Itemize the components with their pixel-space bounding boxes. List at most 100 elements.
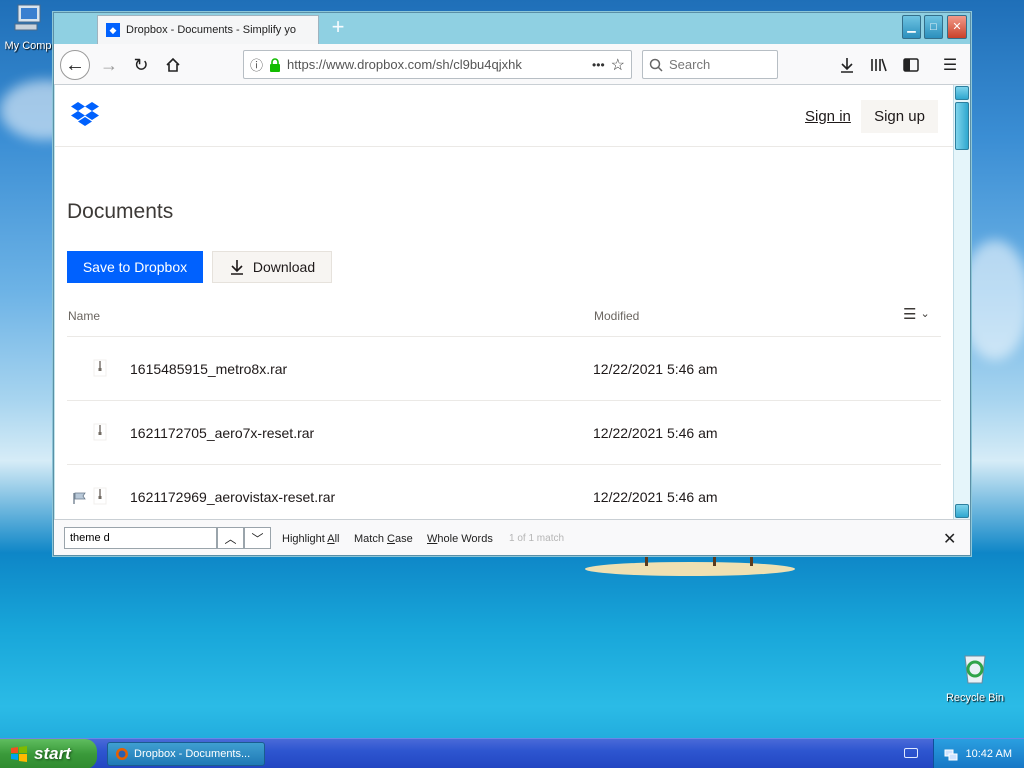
find-input[interactable] [64, 527, 217, 549]
new-tab-button[interactable]: + [326, 16, 350, 40]
find-status: 1 of 1 match [509, 533, 565, 544]
sign-up-button[interactable]: Sign up [861, 100, 938, 133]
find-bar: ︿ ﹀ Highlight All Match Case Whole Words… [54, 519, 970, 555]
file-modified: 12/22/2021 5:46 am [593, 425, 718, 441]
back-button[interactable]: ← [60, 50, 90, 80]
keyboard-icon[interactable] [904, 748, 918, 758]
start-label: start [34, 744, 71, 763]
file-row[interactable]: 1615485915_metro8x.rar 12/22/2021 5:46 a… [67, 336, 941, 400]
save-to-dropbox-button[interactable]: Save to Dropbox [67, 251, 203, 283]
tab-title: Dropbox - Documents - Simplify yo [126, 24, 296, 36]
option-accesskey: W [427, 533, 438, 545]
menu-button[interactable]: ☰ [935, 50, 965, 80]
file-name[interactable]: 1621172969_aerovistax-reset.rar [130, 489, 335, 505]
recycle-bin-icon [964, 655, 986, 684]
navigation-toolbar: ← → ↻ ⓘ https://www.dropbox.com/sh/cl9bu… [54, 44, 970, 85]
download-icon [841, 58, 853, 73]
url-bar[interactable]: ⓘ https://www.dropbox.com/sh/cl9bu4qjxhk… [243, 50, 632, 79]
library-button[interactable] [864, 50, 894, 80]
dropbox-header: Sign in Sign up [55, 85, 953, 147]
option-accesskey: C [387, 533, 395, 545]
taskbar-item-label: Dropbox - Documents... [134, 748, 251, 760]
close-icon: ✕ [943, 531, 957, 548]
option-label: ase [394, 533, 413, 545]
chevron-down-icon: ⌄ [920, 308, 930, 320]
taskbar-item-dropbox[interactable]: Dropbox - Documents... [107, 742, 265, 766]
search-icon [649, 58, 663, 72]
scroll-up-button[interactable] [955, 86, 969, 100]
library-icon [871, 58, 887, 72]
vertical-scrollbar[interactable] [953, 85, 970, 519]
highlight-all-option[interactable]: Highlight All [282, 533, 340, 545]
download-button[interactable]: Download [212, 251, 332, 283]
file-modified: 12/22/2021 5:46 am [593, 361, 718, 377]
minimize-button[interactable]: ▁ [902, 15, 921, 39]
search-box[interactable] [642, 50, 778, 79]
option-label: Highlight [282, 533, 328, 545]
file-name[interactable]: 1621172705_aero7x-reset.rar [130, 425, 314, 441]
column-header-name[interactable]: Name [68, 309, 100, 323]
computer-icon [14, 4, 41, 31]
home-button[interactable] [158, 50, 188, 80]
network-icon[interactable] [944, 747, 958, 761]
desktop-icon-my-computer[interactable]: My Comp [2, 2, 54, 52]
arrow-left-icon: ← [65, 53, 85, 76]
tab-dropbox[interactable]: ◆ Dropbox - Documents - Simplify yo [97, 15, 319, 44]
sidebar-icon [903, 58, 919, 72]
find-previous-button[interactable]: ︿ [217, 527, 244, 549]
archive-file-icon [93, 487, 107, 505]
windows-logo-icon [11, 746, 27, 762]
view-options-button[interactable]: ☰ ⌄ [903, 305, 930, 323]
clock[interactable]: 10:42 AM [966, 748, 1012, 760]
file-name[interactable]: 1615485915_metro8x.rar [130, 361, 287, 377]
desktop-icon-recycle-bin[interactable]: Recycle Bin [940, 650, 1010, 704]
firefox-icon [116, 748, 128, 760]
archive-file-icon [93, 359, 107, 377]
close-find-bar-button[interactable]: ✕ [943, 529, 956, 549]
desktop-icon-label: Recycle Bin [945, 692, 1005, 704]
arrow-right-icon: → [100, 54, 118, 75]
scroll-thumb[interactable] [955, 102, 969, 150]
hamburger-icon: ☰ [942, 57, 958, 74]
archive-file-icon [93, 423, 107, 441]
file-row[interactable]: 1621172969_aerovistax-reset.rar 12/22/20… [67, 464, 941, 519]
home-icon [166, 57, 180, 72]
option-label: Match [354, 533, 388, 545]
scroll-down-button[interactable] [955, 504, 969, 518]
desktop-icon-label: My Comp [4, 40, 52, 52]
bookmark-star-icon[interactable]: ☆ [611, 55, 625, 75]
tab-strip: ◆ Dropbox - Documents - Simplify yo + ▁ … [54, 13, 970, 44]
downloads-button[interactable] [832, 50, 862, 80]
lock-icon [270, 57, 281, 72]
dropbox-logo-icon[interactable] [71, 101, 99, 127]
chevron-down-icon: ﹀ [251, 531, 264, 546]
page-viewport: Sign in Sign up Documents Save to Dropbo… [55, 85, 953, 519]
system-tray: 10:42 AM [933, 739, 1024, 768]
page-actions-button[interactable]: ••• [592, 58, 605, 72]
info-icon[interactable]: ⓘ [250, 55, 263, 74]
maximize-button[interactable]: □ [924, 15, 943, 39]
reload-icon: ↻ [133, 54, 149, 75]
taskbar: start Dropbox - Documents... 10:42 AM [0, 738, 1024, 768]
column-header-modified[interactable]: Modified [594, 309, 639, 323]
file-modified: 12/22/2021 5:46 am [593, 489, 718, 505]
forward-button[interactable]: → [94, 50, 124, 80]
flag-icon[interactable] [73, 492, 87, 504]
sign-in-link[interactable]: Sign in [805, 108, 851, 125]
url-text[interactable]: https://www.dropbox.com/sh/cl9bu4qjxhk [287, 57, 586, 72]
option-label: ll [334, 533, 340, 545]
download-button-label: Download [252, 259, 316, 275]
close-window-button[interactable]: ✕ [947, 15, 967, 39]
whole-words-option[interactable]: Whole Words [427, 533, 493, 545]
find-next-button[interactable]: ﹀ [244, 527, 271, 549]
browser-window: ◆ Dropbox - Documents - Simplify yo + ▁ … [53, 12, 971, 556]
sidebar-button[interactable] [896, 50, 926, 80]
search-input[interactable] [669, 57, 769, 72]
download-icon [230, 260, 243, 275]
list-view-icon: ☰ [903, 306, 917, 323]
option-label: hole Words [437, 533, 493, 545]
start-button[interactable]: start [0, 739, 97, 768]
reload-button[interactable]: ↻ [126, 50, 156, 80]
file-row[interactable]: 1621172705_aero7x-reset.rar 12/22/2021 5… [67, 400, 941, 464]
match-case-option[interactable]: Match Case [354, 533, 413, 545]
